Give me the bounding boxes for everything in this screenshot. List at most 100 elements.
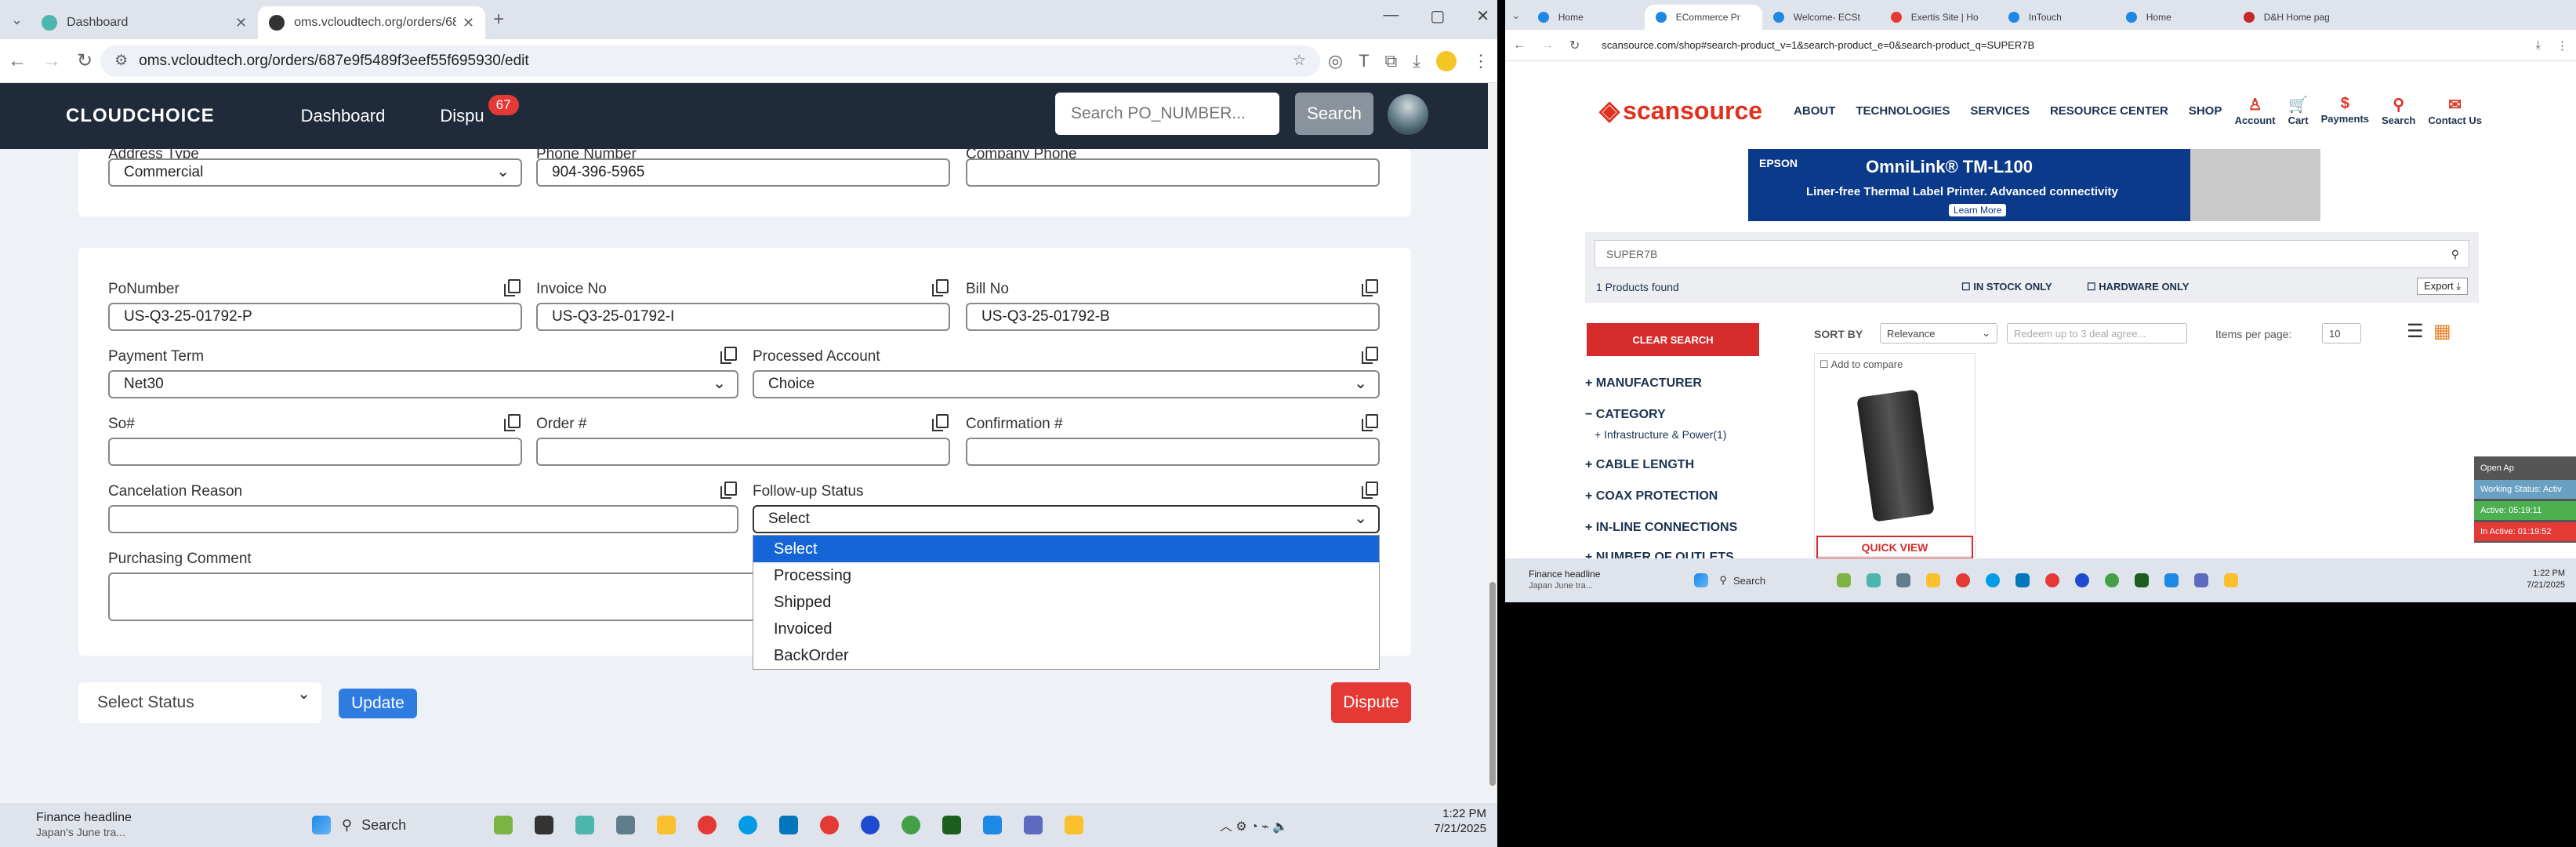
taskbar-clock[interactable]: 1:22 PM 7/21/2025 (1434, 806, 1486, 836)
page-scrollbar[interactable] (1488, 83, 1497, 789)
order-number-field[interactable] (536, 438, 950, 466)
chrome-profile-icon[interactable] (819, 816, 839, 834)
company-phone-field[interactable] (966, 158, 1380, 187)
search-button[interactable]: Search (1295, 93, 1373, 135)
copy-icon[interactable] (1362, 482, 1378, 499)
app-2-icon[interactable] (982, 816, 1002, 834)
nav-resource-center[interactable]: RESOURCE CENTER (2050, 104, 2168, 118)
followup-status-select[interactable]: Select (753, 505, 1380, 533)
calculator-icon[interactable] (615, 816, 635, 834)
in-stock-checkbox[interactable]: ☐ IN STOCK ONLY (1961, 281, 2052, 293)
bill-field[interactable]: US-Q3-25-01792-B (966, 303, 1380, 331)
option-invoiced[interactable]: Invoiced (753, 616, 1379, 642)
filter-coax[interactable]: + COAX PROTECTION (1585, 489, 1718, 503)
teams-icon[interactable] (2194, 573, 2209, 587)
copy-icon[interactable] (1362, 347, 1378, 364)
nav-disputes[interactable]: Dispu 67 (440, 95, 519, 126)
filter-infrastructure[interactable]: + Infrastructure & Power(1) (1595, 428, 1726, 441)
processed-account-select[interactable]: Choice (753, 370, 1380, 398)
search-link[interactable]: ⚲ Search (2382, 95, 2415, 126)
tab-home-2[interactable]: Home (2115, 5, 2233, 30)
download-icon[interactable]: ⤓ (1413, 51, 1420, 71)
app-2-icon[interactable] (2164, 573, 2179, 587)
news-widget[interactable]: Finance headline Japan June tra... (1529, 569, 1600, 592)
panel-title[interactable]: Open Ap (2474, 459, 2576, 478)
epson-ad-banner[interactable]: EPSON OmniLink® TM-L100 Liner-free Therm… (1748, 149, 2320, 221)
copy-icon[interactable] (932, 414, 949, 431)
maximize-button[interactable]: ▢ (1430, 6, 1445, 26)
cancelation-reason-field[interactable] (108, 505, 738, 533)
copy-icon[interactable] (720, 482, 737, 499)
scansource-logo[interactable]: ◈ scansource (1599, 95, 1762, 126)
teams-icon[interactable] (1023, 816, 1043, 834)
nav-technologies[interactable]: TECHNOLOGIES (1856, 104, 1950, 118)
tab-search-icon[interactable]: ⌄ (11, 12, 23, 28)
chrome-profile-2-icon[interactable] (2105, 573, 2120, 587)
excel-icon[interactable] (942, 816, 961, 834)
option-backorder[interactable]: BackOrder (753, 642, 1379, 669)
contact-link[interactable]: ✉ Contact Us (2428, 95, 2482, 126)
nav-dashboard[interactable]: Dashboard (301, 106, 386, 126)
tab-intouch[interactable]: InTouch (1997, 5, 2115, 30)
add-compare-checkbox[interactable]: ☐ Add to compare (1820, 358, 1903, 371)
list-view-icon[interactable]: ☰ (2407, 320, 2424, 343)
sticky-notes-icon[interactable] (1064, 816, 1083, 834)
ad-learn-more-button[interactable]: Learn More (1949, 204, 2007, 216)
download-icon[interactable]: ⤓ (2535, 38, 2541, 52)
translate-icon[interactable]: ◎ (1328, 51, 1343, 71)
scrollbar-thumb[interactable] (1489, 582, 1496, 786)
forward-icon[interactable]: → (1541, 38, 1554, 53)
update-button[interactable]: Update (339, 689, 417, 718)
tab-ecommerce[interactable]: ECommerce Pr (1644, 5, 1762, 30)
clear-search-button[interactable]: CLEAR SEARCH (1587, 323, 1759, 356)
taskbar-search[interactable]: ⚲ Search (1719, 574, 1829, 587)
so-field[interactable] (108, 438, 522, 466)
account-link[interactable]: ♙ Account (2235, 95, 2276, 126)
back-icon[interactable]: ← (8, 50, 27, 72)
filter-manufacturer[interactable]: + MANUFACTURER (1585, 376, 1702, 391)
grid-view-icon[interactable]: ▦ (2433, 320, 2451, 343)
close-icon[interactable]: ✕ (235, 15, 247, 31)
items-per-page-select[interactable]: 10 (2322, 323, 2361, 344)
back-icon[interactable]: ← (1513, 38, 1526, 53)
payments-link[interactable]: $ Payments (2321, 95, 2369, 126)
news-widget[interactable]: Finance headline Japan's June tra... (36, 811, 132, 839)
chrome-profile-icon[interactable] (2045, 573, 2060, 587)
zoom-icon[interactable] (2075, 573, 2090, 587)
forward-icon[interactable]: → (42, 50, 61, 72)
tab-welcome[interactable]: Welcome- ECSt (1762, 5, 1880, 30)
zoom-icon[interactable] (860, 816, 880, 834)
edge-icon[interactable] (1986, 573, 2001, 587)
address-type-select[interactable]: Commercial (108, 158, 522, 187)
app-icon[interactable] (1867, 573, 1881, 587)
url-field[interactable]: scansource.com/shop#search-product_v=1&s… (1587, 34, 2528, 56)
edge-icon[interactable] (738, 816, 757, 834)
filter-category[interactable]: − CATEGORY (1585, 408, 1666, 422)
sticky-notes-icon[interactable] (2224, 573, 2239, 587)
taskbar-clock[interactable]: 1:22 PM 7/21/2025 (2527, 568, 2565, 591)
system-tray-icons[interactable]: ︿ ⚙ ◔ ⌁ 🔈 (1220, 816, 1288, 834)
nav-about[interactable]: ABOUT (1794, 104, 1835, 118)
reload-icon[interactable]: ↻ (1569, 38, 1580, 53)
copy-icon[interactable] (932, 279, 949, 296)
minimize-button[interactable]: — (1383, 6, 1399, 26)
copy-icon[interactable] (1362, 414, 1378, 431)
menu-icon[interactable]: ⋮ (2556, 38, 2568, 53)
option-shipped[interactable]: Shipped (753, 589, 1379, 616)
text-icon[interactable]: T (1359, 51, 1369, 71)
quick-view-button[interactable]: QUICK VIEW (1816, 536, 1973, 559)
po-search-input[interactable] (1055, 93, 1279, 135)
cart-link[interactable]: 🛒 Cart (2288, 95, 2309, 126)
tab-exertis[interactable]: Exertis Site | Ho (1880, 5, 1997, 30)
deal-field[interactable]: Redeem up to 3 deal agree... (2007, 323, 2187, 344)
product-search-field[interactable]: SUPER7B ⚲ (1595, 240, 2469, 268)
reload-icon[interactable]: ↻ (77, 49, 93, 72)
tab-dh[interactable]: D&H Home pag (2233, 5, 2350, 30)
filter-inline[interactable]: + IN-LINE CONNECTIONS (1585, 521, 1737, 535)
sort-select[interactable]: Relevance ⌄ (1880, 323, 1997, 344)
confirmation-field[interactable] (966, 438, 1380, 466)
tab-search-icon[interactable]: ⌄ (1511, 9, 1521, 22)
windows-start-icon[interactable] (311, 816, 331, 834)
chrome-icon[interactable] (1956, 573, 1971, 587)
tab-home-1[interactable]: Home (1527, 5, 1645, 30)
